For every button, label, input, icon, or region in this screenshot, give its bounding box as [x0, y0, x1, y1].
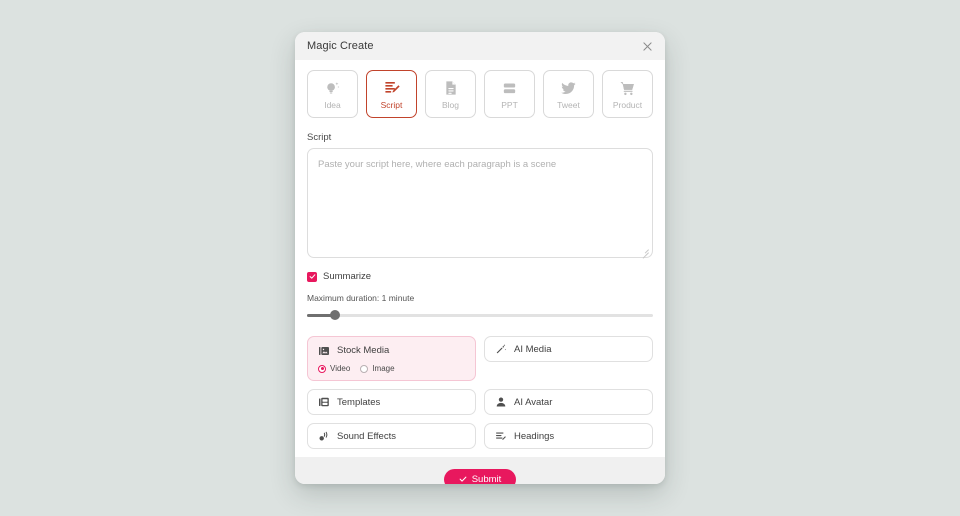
slides-icon — [499, 78, 521, 98]
tab-label: Script — [380, 100, 403, 111]
radio-image[interactable]: Image — [360, 364, 395, 373]
option-label: Sound Effects — [337, 430, 396, 442]
close-icon[interactable] — [639, 38, 655, 54]
option-stock-media[interactable]: Stock Media Video Image — [307, 336, 476, 381]
modal-body: Idea Script Blog PPT Tweet Product Scrip… — [295, 60, 665, 457]
option-templates[interactable]: Templates — [307, 389, 476, 415]
tab-product[interactable]: Product — [602, 70, 653, 118]
script-input[interactable]: Paste your script here, where each parag… — [307, 148, 653, 259]
radio-video[interactable]: Video — [318, 364, 350, 373]
script-pencil-icon — [381, 78, 403, 98]
option-headings[interactable]: Headings — [484, 423, 653, 449]
duration-label: Maximum duration: 1 minute — [307, 293, 415, 303]
option-ai-avatar[interactable]: AI Avatar — [484, 389, 653, 415]
modal-footer: Submit — [295, 457, 665, 484]
tab-blog[interactable]: Blog — [425, 70, 476, 118]
content-type-tabs: Idea Script Blog PPT Tweet Product — [307, 70, 653, 118]
tab-idea[interactable]: Idea — [307, 70, 358, 118]
tab-label: Idea — [324, 100, 341, 111]
screen: Magic Create Idea Script Blog PPT Tweet … — [0, 0, 960, 516]
twitter-bird-icon — [558, 78, 580, 98]
option-label: Templates — [337, 396, 381, 408]
option-label: AI Avatar — [514, 396, 553, 408]
sound-wave-icon — [317, 430, 330, 443]
duration-slider[interactable] — [307, 310, 653, 320]
summarize-label: Summarize — [323, 271, 372, 282]
images-stack-icon — [317, 344, 330, 357]
person-avatar-icon — [494, 396, 507, 409]
templates-stack-icon — [317, 396, 330, 409]
tab-label: Blog — [441, 100, 459, 111]
heading-lines-icon — [494, 430, 507, 443]
slider-thumb[interactable] — [329, 310, 340, 320]
option-label: Stock Media — [337, 345, 390, 356]
stock-media-radio-group: Video Image — [317, 364, 466, 373]
submit-label: Submit — [471, 473, 502, 485]
option-ai-media[interactable]: AI Media — [484, 336, 653, 362]
checkbox-checked-icon — [307, 271, 317, 282]
magic-wand-icon — [494, 343, 507, 356]
magic-create-modal: Magic Create Idea Script Blog PPT Tweet … — [295, 32, 665, 484]
document-icon — [440, 78, 462, 98]
tab-label: PPT — [501, 100, 518, 111]
stock-media-head: Stock Media — [317, 344, 466, 357]
radio-video-indicator — [318, 364, 326, 373]
slider-track — [307, 313, 653, 317]
option-label: AI Media — [514, 343, 552, 355]
tab-tweet[interactable]: Tweet — [543, 70, 594, 118]
script-placeholder: Paste your script here, where each parag… — [318, 159, 557, 170]
summarize-checkbox[interactable]: Summarize — [307, 271, 653, 282]
tab-label: Tweet — [557, 100, 580, 111]
radio-image-label: Image — [372, 364, 395, 373]
option-sound-effects[interactable]: Sound Effects — [307, 423, 476, 449]
modal-title: Magic Create — [307, 40, 374, 52]
resize-grip-icon[interactable] — [640, 245, 649, 259]
radio-video-label: Video — [330, 364, 351, 373]
modal-header: Magic Create — [295, 32, 665, 60]
lightbulb-sparkle-icon — [322, 78, 344, 98]
tab-label: Product — [612, 100, 643, 111]
script-field-label: Script — [307, 132, 332, 143]
radio-image-indicator — [360, 364, 369, 373]
options-grid: Stock Media Video Image AI Media Templat… — [307, 336, 653, 449]
shopping-cart-icon — [617, 78, 639, 98]
tab-script[interactable]: Script — [366, 70, 417, 118]
tab-ppt[interactable]: PPT — [484, 70, 535, 118]
submit-button[interactable]: Submit — [443, 468, 517, 485]
option-label: Headings — [514, 430, 555, 442]
check-icon — [459, 475, 467, 483]
